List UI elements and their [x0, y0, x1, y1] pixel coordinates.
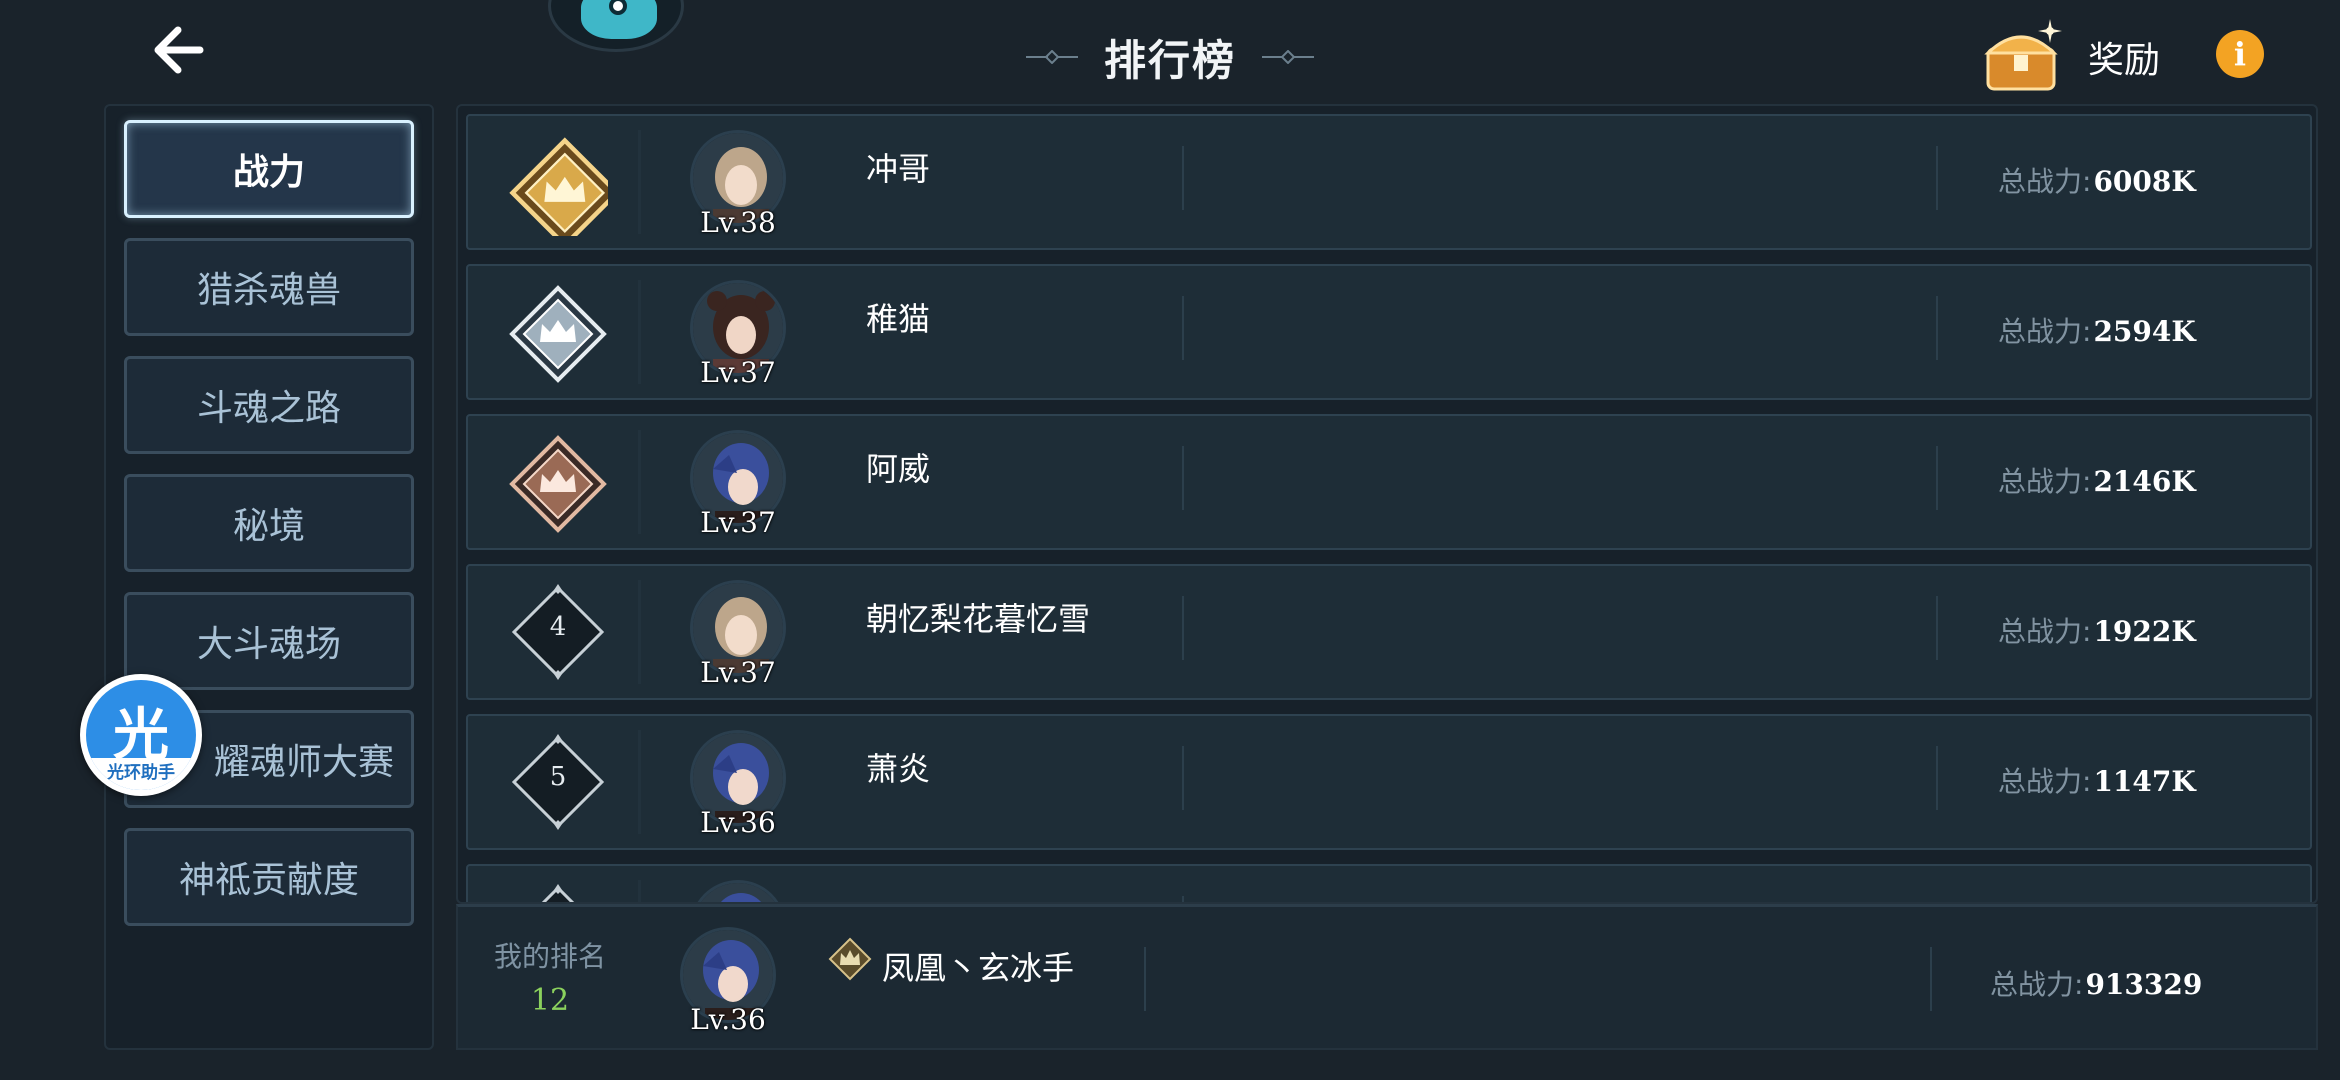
title-ornament-right-icon — [1262, 50, 1314, 64]
tab-arena[interactable]: 大斗魂场 — [124, 592, 414, 690]
treasure-chest-icon — [1984, 19, 2062, 91]
ranking-row[interactable] — [466, 864, 2312, 902]
helper-label: 光环助手 — [86, 758, 196, 790]
my-rank-bar: 我的排名 12 Lv.36 凤凰丶玄冰手 总战力:913329 — [456, 904, 2318, 1050]
ranking-row[interactable]: 5 Lv.36 萧炎 总战力:1147K — [466, 714, 2312, 850]
tab-secret-realm[interactable]: 秘境 — [124, 474, 414, 572]
my-level: Lv.36 — [690, 1003, 766, 1036]
rank-number: 4 — [549, 612, 567, 642]
ranking-row[interactable]: 4 Lv.37 朝忆梨花暮忆雪 总战力:1922K — [466, 564, 2312, 700]
combat-power: 总战力:6008K — [1998, 165, 2196, 198]
reward-label: 奖励 — [2088, 40, 2161, 81]
player-name: 萧炎 — [866, 750, 931, 788]
title-ornament-left-icon — [1025, 50, 1078, 64]
my-player-name: 凤凰丶玄冰手 — [882, 949, 1075, 987]
tab-hunt-beasts[interactable]: 猎杀魂兽 — [124, 238, 414, 336]
pet-avatar[interactable] — [548, 0, 684, 52]
tab-soul-road[interactable]: 斗魂之路 — [124, 356, 414, 454]
combat-power: 总战力:2146K — [1998, 465, 2196, 498]
page-title: 排行榜 — [1103, 35, 1236, 85]
rank-emblem-icon — [828, 937, 872, 981]
player-level: Lv.37 — [700, 356, 776, 389]
ranking-list[interactable]: Lv.38 冲哥 总战力:6008K Lv.37 稚猫 总战力:2594K Lv… — [456, 104, 2318, 904]
player-level: Lv.38 — [700, 206, 776, 239]
player-level: Lv.37 — [700, 506, 776, 539]
ranking-row[interactable]: Lv.38 冲哥 总战力:6008K — [466, 114, 2312, 250]
my-rank-value: 12 — [530, 983, 570, 1018]
tab-combat-power[interactable]: 战力 — [124, 120, 414, 218]
info-icon: i — [2233, 35, 2247, 73]
info-button[interactable]: i — [2216, 30, 2264, 78]
player-name: 稚猫 — [866, 300, 931, 338]
combat-power: 总战力:1147K — [1998, 765, 2196, 798]
my-rank-label: 我的排名 — [494, 940, 607, 973]
player-level: Lv.37 — [700, 656, 776, 689]
ranking-row[interactable]: Lv.37 稚猫 总战力:2594K — [466, 264, 2312, 400]
tab-god-contribution[interactable]: 神祗贡献度 — [124, 828, 414, 926]
gold-crown-badge-icon — [509, 137, 608, 236]
helper-app-badge[interactable]: 光 光环助手 — [80, 674, 202, 796]
diamond-rank-icon — [541, 884, 575, 902]
page-title-bar: 排行榜 — [1000, 22, 1340, 92]
arrow-left-icon — [154, 26, 204, 74]
player-name: 阿威 — [866, 450, 931, 488]
player-name: 朝忆梨花暮忆雪 — [866, 600, 1091, 638]
silver-crown-badge-icon — [509, 285, 607, 383]
my-combat-power: 总战力:913329 — [1990, 968, 2203, 1001]
combat-power: 总战力:1922K — [1998, 615, 2196, 648]
back-button[interactable] — [148, 22, 208, 78]
ranking-row[interactable]: Lv.37 阿威 总战力:2146K — [466, 414, 2312, 550]
player-name: 冲哥 — [866, 150, 931, 188]
rank-number: 5 — [549, 762, 567, 792]
bronze-crown-badge-icon — [509, 435, 607, 533]
player-level: Lv.36 — [700, 806, 776, 839]
avatar — [690, 880, 786, 902]
combat-power: 总战力:2594K — [1998, 315, 2196, 348]
reward-button[interactable]: 奖励 — [1976, 12, 2160, 102]
category-sidebar: 战力 猎杀魂兽 斗魂之路 秘境 大斗魂场 耀魂师大赛 神祗贡献度 — [104, 104, 434, 1050]
